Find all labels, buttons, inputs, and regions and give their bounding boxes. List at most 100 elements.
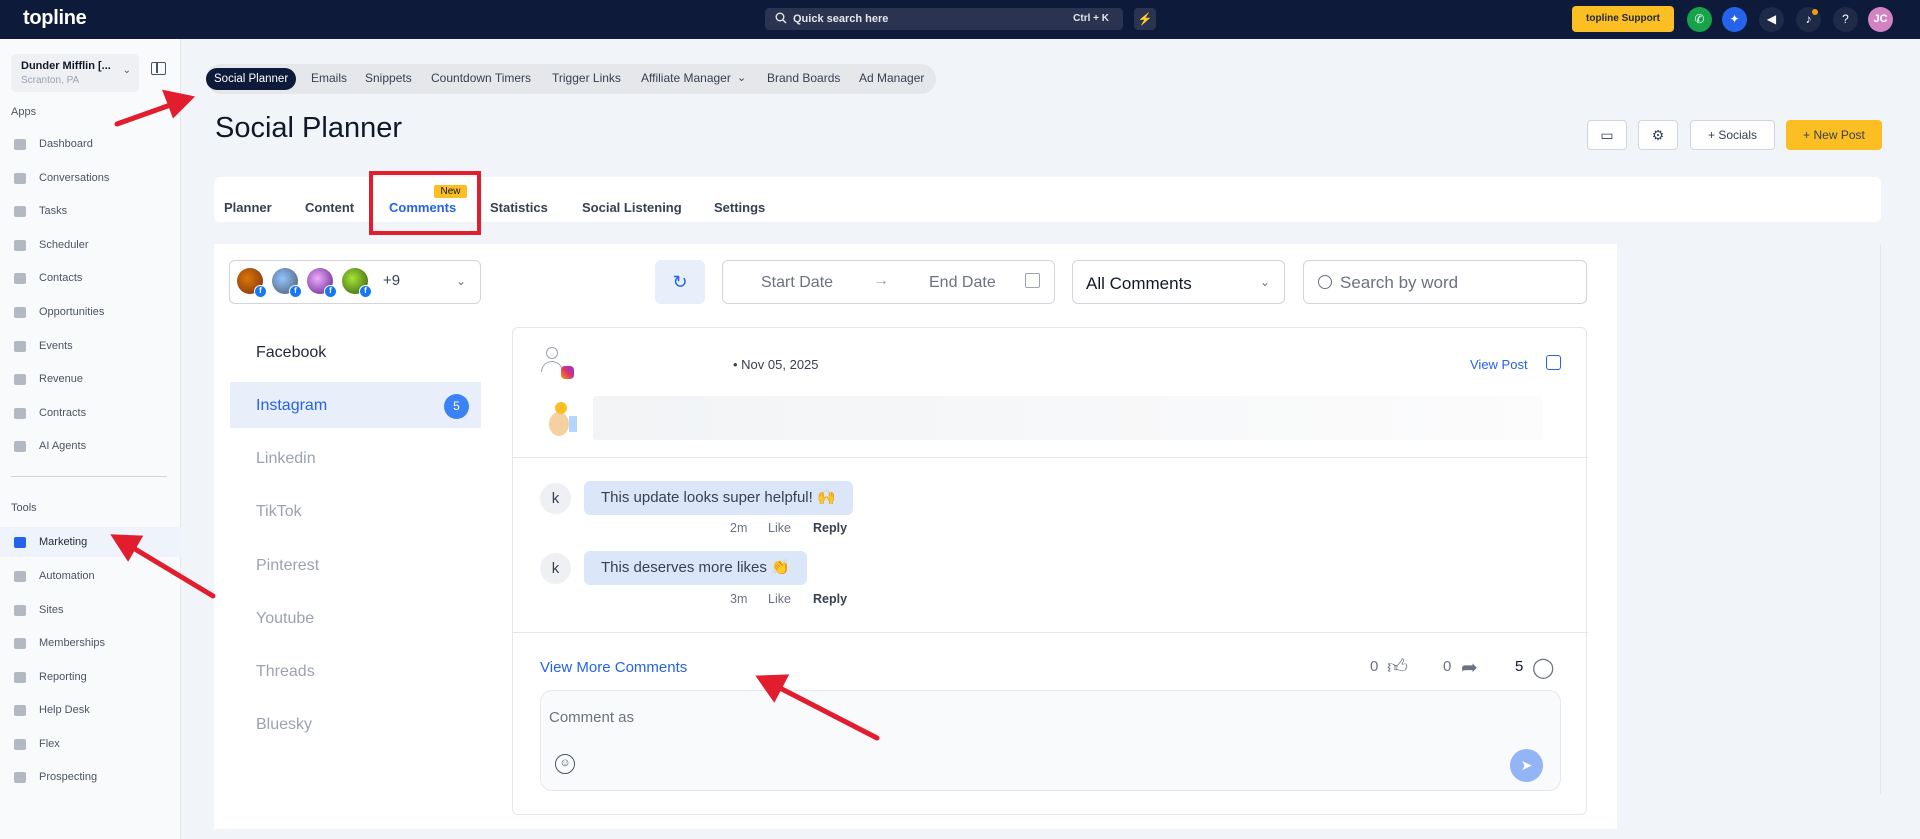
top-bar: topline Quick search here Ctrl + K ⚡ top… — [0, 0, 1920, 39]
person-icon — [14, 273, 26, 284]
subnav-snippets[interactable]: Snippets — [365, 71, 412, 85]
app-logo[interactable]: topline — [23, 7, 87, 30]
global-search[interactable]: Quick search here Ctrl + K — [765, 8, 1123, 30]
subnav-trigger-links[interactable]: Trigger Links — [552, 71, 621, 85]
search-icon — [1318, 275, 1332, 289]
search-by-word-input[interactable] — [1340, 268, 1570, 298]
share-icon[interactable]: ➦ — [1461, 655, 1478, 680]
post-author-avatar — [539, 346, 574, 379]
subnav-emails[interactable]: Emails — [311, 71, 347, 85]
tasks-icon — [14, 206, 26, 217]
platform-tiktok[interactable]: TikTok — [230, 488, 481, 534]
subnav-countdown-timers[interactable]: Countdown Timers — [431, 71, 531, 85]
comment-filter-select[interactable]: All Comments ⌄ — [1072, 260, 1285, 304]
comment-bubble: This update looks super helpful! 🙌 — [584, 481, 853, 515]
sidebar-item-label: Events — [39, 340, 73, 352]
phone-icon[interactable]: ✆ — [1687, 7, 1712, 32]
new-post-button[interactable]: + New Post — [1786, 120, 1882, 150]
magic-wand-icon[interactable]: ✦ — [1722, 7, 1747, 32]
sidebar-item-label: Sites — [39, 604, 64, 616]
sidebar-item-marketing[interactable]: Marketing — [0, 527, 181, 557]
sidebar-item-memberships[interactable]: Memberships — [0, 628, 181, 658]
sidebar-item-tasks[interactable]: Tasks — [0, 196, 181, 226]
like-count: 0 — [1370, 658, 1379, 675]
gears-icon — [14, 571, 26, 582]
sidebar-item-automation[interactable]: Automation — [0, 561, 181, 591]
platform-youtube[interactable]: Youtube — [230, 595, 481, 641]
facebook-icon: f — [324, 285, 337, 298]
external-link-icon[interactable] — [1546, 355, 1561, 370]
comment-bubble-icon[interactable]: ◯ — [1532, 655, 1554, 680]
target-icon — [14, 307, 26, 318]
sidebar-item-label: Contracts — [39, 407, 87, 419]
sidebar-item-conversations[interactable]: Conversations — [0, 163, 181, 193]
start-date[interactable]: Start Date — [761, 274, 833, 292]
sidebar-item-label: Help Desk — [39, 704, 90, 716]
sidebar-item-contracts[interactable]: Contracts — [0, 398, 181, 428]
comment-bubble: This deserves more likes 👏 — [584, 551, 807, 585]
sidebar-item-events[interactable]: Events — [0, 331, 181, 361]
commenter-avatar: k — [540, 483, 571, 514]
date-range-picker[interactable]: Start Date → End Date — [722, 260, 1055, 304]
subnav-ad-manager[interactable]: Ad Manager — [859, 71, 924, 85]
instagram-icon — [561, 366, 574, 379]
user-avatar[interactable]: JC — [1868, 7, 1893, 32]
send-button[interactable]: ➤ — [1510, 749, 1543, 782]
platform-threads[interactable]: Threads — [230, 648, 481, 694]
events-icon — [14, 341, 26, 352]
sidebar-item-flex[interactable]: Flex — [0, 729, 181, 759]
view-more-comments-link[interactable]: View More Comments — [540, 659, 687, 676]
sidebar-item-opportunities[interactable]: Opportunities — [0, 297, 181, 327]
sidebar-item-help-desk[interactable]: Help Desk — [0, 695, 181, 725]
subnav-social-planner[interactable]: Social Planner — [206, 68, 297, 90]
chevron-down-icon[interactable]: ⌄ — [737, 71, 746, 84]
gear-icon[interactable]: ⚙ — [1638, 120, 1678, 150]
like-comment-link[interactable]: Like — [768, 592, 791, 606]
refresh-button[interactable]: ↻ — [655, 260, 705, 304]
sidebar-item-prospecting[interactable]: Prospecting — [0, 762, 181, 792]
platform-pinterest[interactable]: Pinterest — [230, 542, 481, 588]
account-location: Scranton, PA — [21, 75, 80, 86]
platform-linkedin[interactable]: Linkedin — [230, 435, 481, 481]
account-avatar: f — [342, 268, 372, 298]
tab-settings[interactable]: Settings — [714, 200, 765, 215]
tab-planner[interactable]: Planner — [224, 200, 272, 215]
sidebar-item-ai-agents[interactable]: AI Agents — [0, 431, 181, 461]
help-icon[interactable]: ? — [1833, 7, 1858, 32]
lightning-icon[interactable]: ⚡ — [1134, 8, 1156, 30]
view-post-link[interactable]: View Post — [1470, 357, 1528, 372]
tab-content[interactable]: Content — [305, 200, 354, 215]
feedback-icon[interactable]: ▭ — [1587, 120, 1627, 150]
sidebar-item-reporting[interactable]: Reporting — [0, 662, 181, 692]
sidebar-collapse-icon[interactable] — [151, 62, 166, 75]
sidebar-item-sites[interactable]: Sites — [0, 595, 181, 625]
reply-comment-link[interactable]: Reply — [813, 592, 847, 606]
tab-social-listening[interactable]: Social Listening — [582, 200, 682, 215]
comment-input[interactable] — [549, 705, 1149, 729]
sidebar-item-label: Reporting — [39, 671, 87, 683]
socials-button[interactable]: + Socials — [1690, 120, 1775, 150]
thumbs-up-icon[interactable]: 👍︎ — [1387, 655, 1408, 679]
reply-comment-link[interactable]: Reply — [813, 521, 847, 535]
megaphone-icon[interactable]: ◀ — [1759, 7, 1784, 32]
sparkle-icon — [14, 441, 26, 452]
platform-instagram[interactable]: Instagram 5 — [230, 382, 481, 428]
platform-bluesky[interactable]: Bluesky — [230, 701, 481, 747]
account-selector[interactable]: f f f f +9 ⌄ — [229, 260, 481, 304]
plus-icon: + — [1803, 128, 1814, 142]
sidebar-item-revenue[interactable]: Revenue — [0, 364, 181, 394]
sidebar-item-scheduler[interactable]: Scheduler — [0, 230, 181, 260]
account-switcher[interactable]: Dunder Mifflin [... Scranton, PA ⌄ — [11, 54, 139, 92]
marketing-subnav: Social Planner Emails Snippets Countdown… — [206, 64, 936, 94]
sidebar-item-contacts[interactable]: Contacts — [0, 263, 181, 293]
subnav-affiliate-manager[interactable]: Affiliate Manager — [641, 71, 731, 85]
like-comment-link[interactable]: Like — [768, 521, 791, 535]
support-button[interactable]: topline Support — [1572, 6, 1674, 32]
sidebar-item-dashboard[interactable]: Dashboard — [0, 129, 181, 159]
subnav-brand-boards[interactable]: Brand Boards — [767, 71, 840, 85]
end-date[interactable]: End Date — [929, 274, 996, 292]
platform-facebook[interactable]: Facebook — [230, 329, 481, 375]
tab-statistics[interactable]: Statistics — [490, 200, 548, 215]
emoji-icon[interactable]: ☺ — [555, 754, 575, 774]
sidebar-divider — [11, 476, 167, 477]
